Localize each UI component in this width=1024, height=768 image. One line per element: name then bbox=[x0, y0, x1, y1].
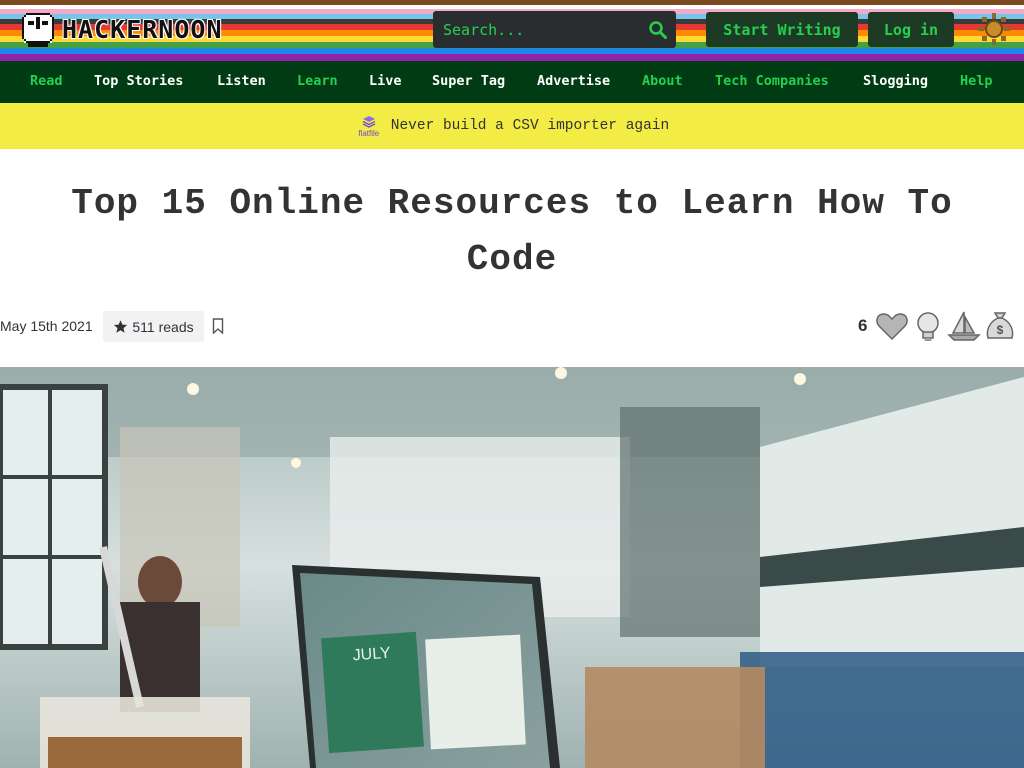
flatfile-icon bbox=[362, 115, 376, 128]
main-nav: Read Top Stories Listen Learn Live Super… bbox=[0, 61, 1024, 103]
nav-item-about[interactable]: About bbox=[642, 73, 683, 89]
money-bag-icon[interactable]: $ bbox=[983, 309, 1017, 343]
nav-item-advertise[interactable]: Advertise bbox=[537, 73, 610, 89]
flatfile-logo-label: flatfile bbox=[358, 128, 380, 138]
heart-icon[interactable] bbox=[875, 309, 909, 343]
article-title: Top 15 Online Resources to Learn How To … bbox=[71, 183, 953, 280]
banner-text[interactable]: Never build a CSV importer again bbox=[391, 118, 669, 134]
nav-item-tech-companies[interactable]: Tech Companies bbox=[715, 73, 829, 89]
search-box[interactable] bbox=[433, 11, 676, 48]
nav-item-slogging[interactable]: Slogging bbox=[863, 73, 928, 89]
calendar-month-label: JULY bbox=[352, 645, 391, 665]
lightbulb-icon[interactable] bbox=[911, 309, 945, 343]
search-icon[interactable] bbox=[648, 20, 668, 40]
login-button[interactable]: Log in bbox=[868, 12, 954, 47]
sun-icon[interactable] bbox=[977, 12, 1011, 46]
search-input[interactable] bbox=[443, 20, 648, 39]
boat-icon[interactable] bbox=[947, 309, 982, 343]
nav-item-super-tag[interactable]: Super Tag bbox=[432, 73, 505, 89]
reads-badge: 511 reads bbox=[103, 311, 204, 342]
bookmark-icon[interactable] bbox=[212, 318, 224, 334]
reactions-bar: 6 $ bbox=[858, 309, 1017, 343]
hackernoon-logo-icon bbox=[22, 13, 54, 47]
nav-item-top-stories[interactable]: Top Stories bbox=[94, 73, 183, 89]
publish-date: May 15th 2021 bbox=[0, 318, 93, 334]
star-icon bbox=[114, 320, 128, 333]
nav-item-live[interactable]: Live bbox=[369, 73, 402, 89]
nav-item-help[interactable]: Help bbox=[960, 73, 993, 89]
hackernoon-logo[interactable]: HACKERNOON bbox=[20, 9, 223, 49]
cafe-laptop-photo: JULY bbox=[0, 367, 1024, 768]
nav-item-listen[interactable]: Listen bbox=[217, 73, 266, 89]
flatfile-logo: flatfile bbox=[355, 115, 383, 138]
site-header: HACKERNOON Start Writing Log in bbox=[0, 0, 1024, 61]
svg-text:$: $ bbox=[997, 323, 1004, 337]
nav-item-learn[interactable]: Learn bbox=[297, 73, 338, 89]
logo-text: HACKERNOON bbox=[62, 14, 223, 44]
hero-image: JULY bbox=[0, 367, 1024, 768]
sponsor-banner[interactable]: flatfile Never build a CSV importer agai… bbox=[0, 103, 1024, 149]
reads-count: 511 reads bbox=[132, 318, 194, 335]
nav-item-read[interactable]: Read bbox=[30, 73, 63, 89]
start-writing-button[interactable]: Start Writing bbox=[706, 12, 858, 47]
reaction-count: 6 bbox=[858, 316, 868, 335]
